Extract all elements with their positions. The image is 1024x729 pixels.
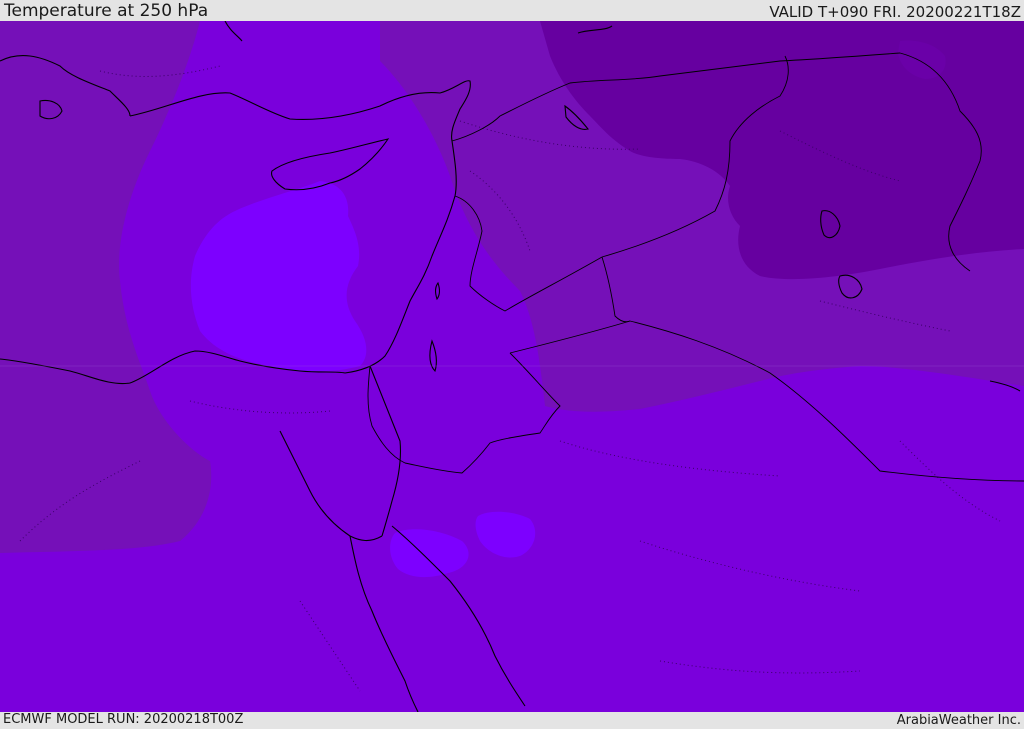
model-run-label: ECMWF MODEL RUN: 20200218T00Z	[3, 712, 244, 727]
footer-bar: ECMWF MODEL RUN: 20200218T00Z ArabiaWeat…	[0, 712, 1024, 729]
header-bar: Temperature at 250 hPa VALID T+090 FRI. …	[0, 0, 1024, 21]
valid-time: VALID T+090 FRI. 20200221T18Z	[769, 3, 1021, 21]
weather-map[interactable]	[0, 21, 1024, 712]
map-frame: Temperature at 250 hPa VALID T+090 FRI. …	[0, 0, 1024, 729]
credit-label: ArabiaWeather Inc.	[896, 713, 1021, 728]
map-title: Temperature at 250 hPa	[4, 1, 209, 21]
temperature-map-svg	[0, 21, 1024, 712]
